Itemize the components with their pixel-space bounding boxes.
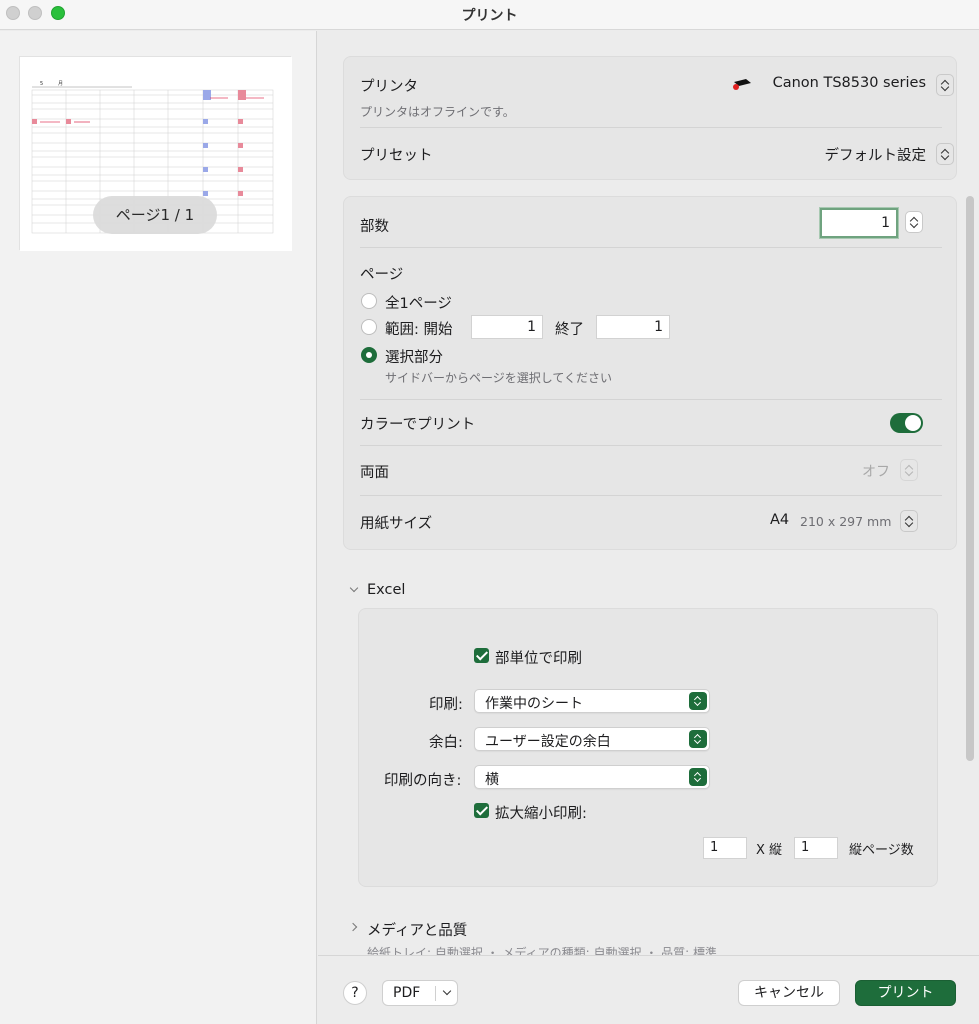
media-summary: 給紙トレイ: 自動選択 ・ メディアの種類: 自動選択 ・ 品質: 標準	[367, 946, 717, 955]
scale-vertical-field[interactable]: 1	[794, 837, 838, 859]
printer-stepper-icon	[936, 74, 954, 96]
pages-from-field[interactable]: 1	[471, 315, 543, 339]
margin-value: ユーザー設定の余白	[485, 734, 611, 750]
page-thumbnail[interactable]: 5 月 ページ1 / 1	[19, 56, 292, 251]
pages-to-label: 終了	[555, 322, 584, 338]
excel-disclosure-icon[interactable]	[349, 583, 359, 593]
window-title: プリント	[461, 8, 518, 24]
paper-size-value: A4	[770, 512, 790, 528]
print-button[interactable]: プリント	[855, 980, 956, 1006]
pages-label: ページ	[360, 267, 404, 283]
pages-to-field[interactable]: 1	[596, 315, 670, 339]
scale-horizontal-field[interactable]: 1	[703, 837, 747, 859]
printer-label: プリンタ	[360, 79, 418, 95]
printer-card: プリンタ Canon TS8530 series プリンタはオフラインです。 プ…	[343, 56, 957, 180]
scale-x-label: X 縦	[756, 843, 783, 858]
media-section-label[interactable]: メディアと品質	[367, 919, 467, 940]
scale-checkbox[interactable]	[474, 803, 489, 818]
pdf-label: PDF	[393, 985, 421, 1001]
svg-text:月: 月	[58, 81, 63, 87]
duplex-divider	[360, 495, 942, 496]
print-what-label: 印刷:	[429, 697, 463, 713]
pages-selection-radio[interactable]	[361, 347, 377, 363]
options-scrollbar[interactable]	[966, 196, 974, 761]
preset-popup[interactable]: デフォルト設定	[756, 141, 956, 169]
preset-label: プリセット	[360, 148, 433, 164]
collate-label: 部単位で印刷	[495, 651, 582, 667]
page-indicator: ページ1 / 1	[93, 196, 217, 234]
excel-section-label[interactable]: Excel	[367, 582, 405, 598]
printer-divider	[360, 127, 942, 128]
printer-status: プリンタはオフラインです。	[360, 105, 515, 119]
duplex-value: オフ	[862, 464, 890, 480]
scale-label: 拡大縮小印刷:	[495, 806, 587, 822]
pages-range-radio[interactable]	[361, 319, 377, 335]
copies-divider	[360, 247, 942, 248]
title-bar: プリント	[0, 0, 979, 30]
copies-label: 部数	[360, 219, 389, 235]
pages-all-radio[interactable]	[361, 293, 377, 309]
copies-stepper[interactable]	[905, 211, 923, 233]
media-disclosure-icon[interactable]	[348, 922, 358, 932]
paper-size-label: 用紙サイズ	[360, 516, 433, 532]
pages-selection-label: 選択部分	[385, 350, 443, 366]
color-divider	[360, 445, 942, 446]
print-what-chevron-icon	[689, 692, 707, 710]
scale-pages-label: 縦ページ数	[849, 843, 914, 858]
pdf-divider	[435, 986, 436, 1001]
duplex-stepper[interactable]	[900, 459, 918, 481]
printer-name: Canon TS8530 series	[772, 75, 926, 91]
pages-range-label: 範囲: 開始	[385, 322, 453, 338]
color-print-label: カラーでプリント	[360, 417, 476, 433]
bottom-toolbar: ? PDF キャンセル プリント	[318, 955, 979, 1024]
printer-popup[interactable]: Canon TS8530 series	[696, 71, 956, 99]
pages-divider	[360, 399, 942, 400]
svg-text:5: 5	[40, 81, 43, 87]
duplex-label: 両面	[360, 465, 389, 481]
print-settings-panel: プリンタ Canon TS8530 series プリンタはオフラインです。 プ…	[318, 31, 979, 1024]
excel-card: 部単位で印刷 印刷: 作業中のシート 余白: ユーザー設定の余白 印刷の向き: …	[358, 608, 938, 887]
collate-checkbox[interactable]	[474, 648, 489, 663]
preset-value: デフォルト設定	[824, 148, 927, 164]
help-button[interactable]: ?	[343, 981, 367, 1005]
printer-icon	[733, 79, 751, 90]
orientation-popup[interactable]: 横	[474, 765, 710, 789]
orientation-value: 横	[485, 772, 499, 788]
copies-field[interactable]: 1	[820, 208, 898, 238]
options-card: 部数 1 ページ 全1ページ 範囲: 開始 1 終了 1 選択部分 サイドバーか…	[343, 196, 957, 550]
pages-all-label: 全1ページ	[385, 296, 452, 312]
print-what-popup[interactable]: 作業中のシート	[474, 689, 710, 713]
orientation-label: 印刷の向き:	[384, 773, 462, 789]
margin-chevron-icon	[689, 730, 707, 748]
paper-size-dims: 210 x 297 mm	[800, 514, 892, 529]
pdf-chevron-icon	[442, 986, 452, 996]
print-what-value: 作業中のシート	[485, 696, 583, 712]
color-print-toggle[interactable]	[890, 413, 923, 433]
page-sidebar: 5 月 ページ1 / 1	[0, 31, 317, 1024]
orientation-chevron-icon	[689, 768, 707, 786]
cancel-button[interactable]: キャンセル	[738, 980, 840, 1006]
pdf-menu-button[interactable]: PDF	[382, 980, 458, 1006]
margin-label: 余白:	[429, 735, 463, 751]
paper-size-stepper[interactable]	[900, 510, 918, 532]
pages-selection-hint: サイドバーからページを選択してください	[385, 371, 613, 385]
preset-stepper-icon	[936, 143, 954, 165]
margin-popup[interactable]: ユーザー設定の余白	[474, 727, 710, 751]
